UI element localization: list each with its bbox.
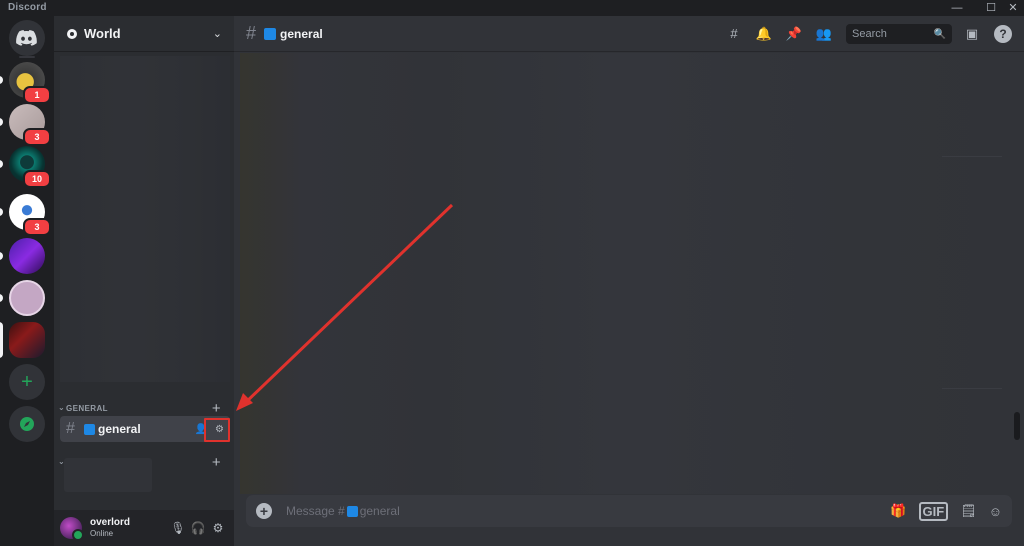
server-icon-1[interactable]: 1	[0, 62, 51, 104]
rail-separator	[19, 56, 35, 58]
threads-icon[interactable]: #	[724, 24, 744, 44]
bell-icon[interactable]: 🔔	[754, 24, 774, 44]
add-server-button[interactable]: +	[9, 364, 45, 400]
mention-badge: 10	[23, 170, 51, 188]
maximize-button[interactable]: ☐	[980, 0, 1002, 16]
add-attachment-icon[interactable]: +	[256, 503, 272, 519]
server-icon-6[interactable]	[0, 280, 45, 316]
server-header[interactable]: World ⌄	[54, 16, 234, 52]
server-rail: 1 3 10 3 +	[0, 16, 54, 546]
message-placeholder-channel: general	[359, 504, 400, 518]
message-input[interactable]: Message # general	[286, 504, 878, 518]
user-status: Online	[90, 529, 114, 538]
channel-title: general	[280, 26, 323, 41]
home-button[interactable]	[9, 20, 45, 56]
members-icon[interactable]: 👥	[814, 24, 834, 44]
microphone-icon[interactable]: 🎙	[168, 521, 188, 535]
message-placeholder-prefix: Message #	[286, 504, 345, 518]
mention-badge: 1	[23, 86, 51, 104]
create-channel-button[interactable]: +	[212, 454, 221, 471]
message-list	[240, 53, 1010, 494]
server-icon-2[interactable]: 3	[0, 104, 51, 146]
server-icon-5[interactable]	[0, 238, 45, 274]
title-bar: Discord — ☐ ✕	[0, 0, 1024, 16]
username: overlord	[90, 517, 131, 528]
annotation-highlight-box	[204, 418, 230, 442]
help-icon[interactable]: ?	[994, 25, 1012, 43]
discord-logo-icon	[16, 30, 37, 46]
unread-pill	[0, 208, 3, 216]
search-placeholder: Search	[852, 28, 887, 40]
headphones-icon[interactable]: 🎧	[188, 521, 208, 535]
mention-badge: 3	[23, 218, 51, 236]
search-icon: 🔍	[933, 28, 946, 40]
chevron-down-icon: ⌄	[212, 28, 222, 40]
unread-pill	[0, 252, 3, 260]
unread-pill	[0, 294, 3, 302]
hash-icon: #	[246, 23, 257, 43]
online-status-dot	[72, 529, 84, 541]
sticker-icon[interactable]: 🗒	[960, 503, 977, 519]
hash-icon: #	[66, 420, 75, 437]
channel-header: # general # 🔔 📌 👥 Search 🔍 ▣ ?	[234, 16, 1024, 52]
search-input[interactable]: Search 🔍	[846, 24, 952, 44]
explore-servers-button[interactable]	[9, 406, 45, 442]
server-icon-4[interactable]: 3	[0, 194, 51, 236]
compass-icon	[20, 417, 34, 431]
server-icon-7[interactable]	[0, 322, 45, 358]
channel-emoji-icon	[84, 423, 95, 435]
inbox-icon[interactable]: ▣	[962, 24, 982, 44]
blurred-channel-list	[60, 56, 230, 382]
selected-pill	[0, 322, 3, 358]
message-composer[interactable]: + Message # general 🎁 GIF 🗒 ☺	[246, 495, 1012, 527]
scrollbar[interactable]	[1014, 412, 1020, 440]
user-panel: overlord Online 🎙 🎧 ⚙	[54, 510, 234, 546]
server-boost-icon	[67, 28, 77, 39]
channel-sidebar: World ⌄ ⌄ GENERAL + # general 👤 ⚙ ⌄ + ov…	[54, 16, 234, 546]
unread-pill	[0, 118, 3, 126]
emoji-icon[interactable]: ☺	[989, 504, 1002, 519]
create-channel-button[interactable]: +	[212, 400, 221, 417]
server-name: World	[84, 26, 121, 41]
minimize-button[interactable]: —	[946, 0, 968, 16]
blurred-channel	[64, 458, 152, 492]
avatar[interactable]	[60, 517, 84, 541]
chat-area: # general # 🔔 📌 👥 Search 🔍 ▣ ? + Message…	[234, 16, 1024, 546]
unread-pill	[0, 160, 3, 168]
gear-icon[interactable]: ⚙	[208, 521, 228, 535]
plus-icon: +	[9, 364, 45, 400]
channel-label: general	[98, 422, 141, 436]
divider	[942, 156, 1002, 157]
channel-emoji-icon	[346, 505, 358, 517]
channel-emoji-icon	[264, 27, 277, 40]
gif-button[interactable]: GIF	[918, 501, 949, 521]
server-icon-3[interactable]: 10	[0, 146, 51, 188]
close-button[interactable]: ✕	[1002, 0, 1024, 16]
mention-badge: 3	[23, 128, 51, 146]
chevron-down-icon: ⌄	[58, 403, 66, 412]
pin-icon[interactable]: 📌	[784, 24, 804, 44]
category-label: GENERAL	[66, 404, 108, 413]
divider	[942, 388, 1002, 389]
unread-pill	[0, 76, 3, 84]
gift-icon[interactable]: 🎁	[890, 503, 906, 519]
app-title: Discord	[8, 2, 47, 13]
